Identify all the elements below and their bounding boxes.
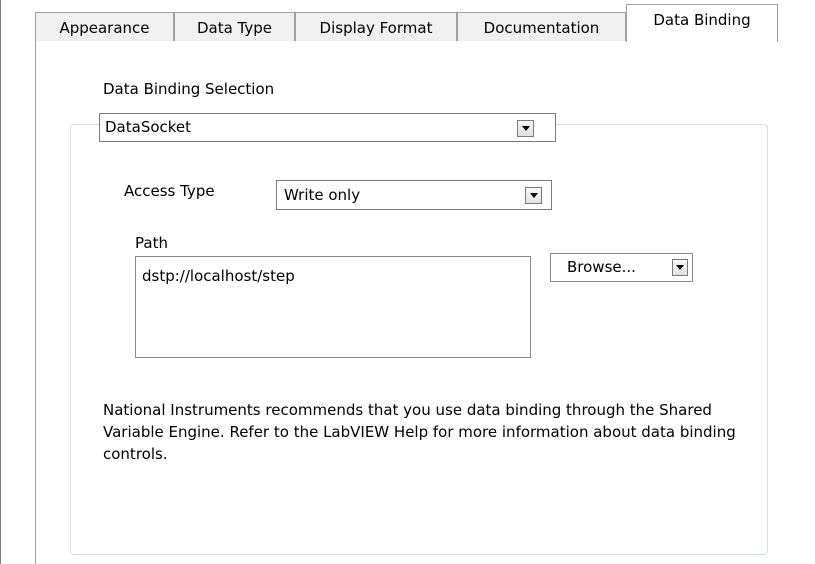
- tab-appearance[interactable]: Appearance: [35, 12, 174, 42]
- browse-button[interactable]: Browse...: [550, 253, 693, 282]
- tab-display-format[interactable]: Display Format: [295, 12, 457, 42]
- tab-data-type[interactable]: Data Type: [174, 12, 295, 42]
- access-type-value: Write only: [284, 186, 361, 204]
- window-edge: [0, 0, 1, 564]
- data-binding-note: National Instruments recommends that you…: [103, 401, 736, 463]
- chevron-down-icon[interactable]: [672, 259, 688, 276]
- path-label: Path: [135, 234, 168, 252]
- data-binding-selection-label: Data Binding Selection: [103, 80, 275, 98]
- access-type-dropdown[interactable]: Write only: [276, 180, 552, 210]
- access-type-label: Access Type: [124, 182, 215, 200]
- properties-dialog: Appearance Data Type Display Format Docu…: [0, 0, 815, 564]
- tab-strip: Appearance Data Type Display Format Docu…: [0, 0, 815, 42]
- data-binding-selection-value: DataSocket: [105, 118, 192, 136]
- data-binding-selection-dropdown[interactable]: DataSocket: [99, 113, 556, 142]
- tab-data-binding[interactable]: Data Binding: [626, 4, 778, 42]
- chevron-down-icon[interactable]: [517, 120, 534, 137]
- chevron-down-icon[interactable]: [525, 187, 542, 204]
- browse-button-label: Browse...: [567, 258, 636, 276]
- path-input[interactable]: dstp://localhost/step: [135, 256, 531, 358]
- tab-documentation[interactable]: Documentation: [457, 12, 626, 42]
